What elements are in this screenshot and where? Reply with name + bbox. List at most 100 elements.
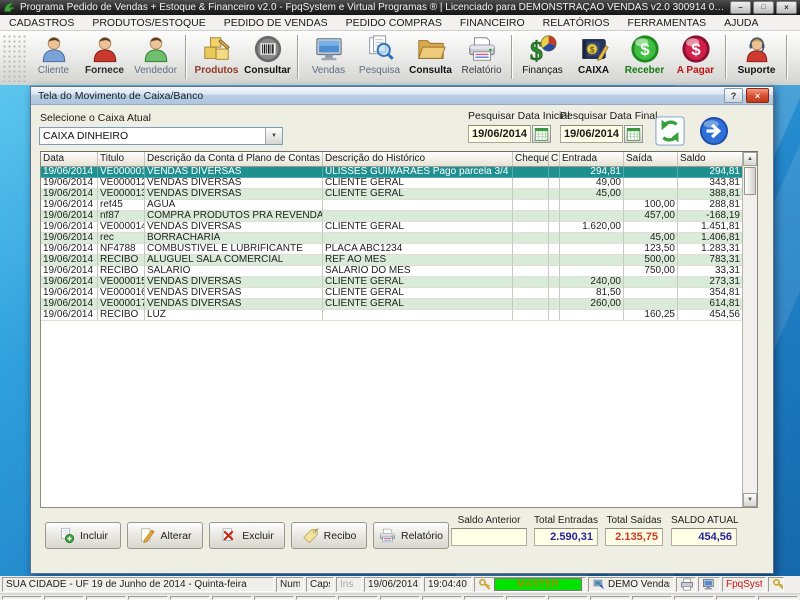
status-secondary-cell xyxy=(128,596,168,600)
scrollbar-thumb[interactable] xyxy=(744,167,756,195)
table-cell: 19/06/2014 xyxy=(41,211,98,222)
table-row[interactable]: 19/06/2014RECIBOLUZ160,25454,56 xyxy=(41,310,742,321)
toolbar-item-receber[interactable]: $Receber xyxy=(619,34,670,76)
excluir-button[interactable]: Excluir xyxy=(209,522,285,549)
maximize-button[interactable]: □ xyxy=(753,1,774,14)
chevron-down-icon[interactable]: ▼ xyxy=(265,128,282,144)
status-brand: FpqSystem xyxy=(722,577,766,592)
alterar-button[interactable]: Alterar xyxy=(127,522,203,549)
table-row[interactable]: 19/06/2014ref45AGUA100,00288,81 xyxy=(41,200,742,211)
table-cell xyxy=(549,255,560,266)
menu-item-cadastros[interactable]: CADASTROS xyxy=(0,15,83,30)
table-row[interactable]: 19/06/2014VE000001VENDAS DIVERSASULISSES… xyxy=(41,167,742,178)
table-row[interactable]: 19/06/2014VE000015VENDAS DIVERSASCLIENTE… xyxy=(41,277,742,288)
column-header-titulo[interactable]: Titulo xyxy=(98,152,145,166)
table-cell: 354,81 xyxy=(678,288,743,299)
table-cell: VE000013 xyxy=(98,189,145,200)
toolbar-item-fornece[interactable]: Fornece xyxy=(79,34,130,76)
saldo-anterior-label: Saldo Anterior xyxy=(451,515,527,528)
toolbar-item-vendedor[interactable]: Vendedor xyxy=(130,34,181,76)
relatorio-button[interactable]: Relatório xyxy=(373,522,449,549)
refresh-button[interactable] xyxy=(655,116,685,146)
menu-item-produtos-estoque[interactable]: PRODUTOS/ESTOQUE xyxy=(83,15,214,30)
toolbar-item-pesquisa[interactable]: Pesquisa xyxy=(354,34,405,76)
toolbar-item-financas[interactable]: $Finanças xyxy=(517,34,568,76)
column-header-entrada[interactable]: Entrada xyxy=(560,152,624,166)
date-start-input[interactable]: 19/06/2014 xyxy=(468,125,531,143)
table-row[interactable]: 19/06/2014RECIBOSALARIOSALARIO DO MES750… xyxy=(41,266,742,277)
toolbar-item-label: Pesquisa xyxy=(359,65,400,76)
menu-item-ajuda[interactable]: AJUDA xyxy=(715,15,767,30)
table-cell: 49,00 xyxy=(560,178,624,189)
toolbar-item-cliente[interactable]: Cliente xyxy=(28,34,79,76)
table-row[interactable]: 19/06/2014NF4788COMBUSTÍVEL E LUBRIFICAN… xyxy=(41,244,742,255)
table-row[interactable]: 19/06/2014VE000014VENDAS DIVERSASCLIENTE… xyxy=(41,222,742,233)
table-cell xyxy=(323,200,513,211)
table-row[interactable]: 19/06/2014VE000013VENDAS DIVERSASCLIENTE… xyxy=(41,189,742,200)
saldo-anterior-value xyxy=(451,528,527,546)
table-row[interactable]: 19/06/2014VE000017VENDAS DIVERSASCLIENTE… xyxy=(41,299,742,310)
toolbar-item-a-pagar[interactable]: $A Pagar xyxy=(670,34,721,76)
column-header-cheque[interactable]: Cheque xyxy=(513,152,549,166)
go-button[interactable] xyxy=(699,116,729,146)
table-cell xyxy=(549,299,560,310)
status-bar-secondary xyxy=(0,595,800,600)
window-close-button[interactable]: × xyxy=(746,88,769,103)
status-secondary-cell xyxy=(380,596,420,600)
table-row[interactable]: 19/06/2014VE000012VENDAS DIVERSASCLIENTE… xyxy=(41,178,742,189)
table-scrollbar[interactable]: ▲ ▼ xyxy=(742,152,757,507)
toolbar-item-caixa[interactable]: $CAIXA xyxy=(568,34,619,76)
menu-item-pedido-compras[interactable]: PEDIDO COMPRAS xyxy=(337,15,451,30)
table-row[interactable]: 19/06/2014recBORRACHARIA45,001.406,81 xyxy=(41,233,742,244)
toolbar-item-suporte[interactable]: Suporte xyxy=(731,34,782,76)
toolbar-item-produtos[interactable]: Produtos xyxy=(191,34,242,76)
column-header-saldo[interactable]: Saldo xyxy=(678,152,743,166)
date-end-input[interactable]: 19/06/2014 xyxy=(560,125,623,143)
toolbar-items: ClienteForneceVendedorProdutosConsultarV… xyxy=(28,31,800,85)
toolbar-separator xyxy=(786,35,788,79)
recibo-button[interactable]: Recibo xyxy=(291,522,367,549)
date-start-calendar-button[interactable] xyxy=(532,125,551,143)
table-cell: 454,56 xyxy=(678,310,743,321)
minimize-button[interactable]: – xyxy=(730,1,751,14)
toolbar-item-consultar[interactable]: Consultar xyxy=(242,34,293,76)
menu-item-relatorios[interactable]: RELATÓRIOS xyxy=(534,15,619,30)
window-title-bar[interactable]: Tela do Movimento de Caixa/Banco ? × xyxy=(31,87,773,105)
scroll-up-button[interactable]: ▲ xyxy=(743,152,757,166)
table-cell xyxy=(549,211,560,222)
window-help-button[interactable]: ? xyxy=(724,88,743,103)
person-green-icon xyxy=(141,34,171,64)
toolbar-item-relatorio[interactable]: Relatório xyxy=(456,34,507,76)
table-cell: 33,31 xyxy=(678,266,743,277)
incluir-button[interactable]: Incluir xyxy=(45,522,121,549)
table-row[interactable]: 19/06/2014nf87COMPRA PRODUTOS PRA REVEND… xyxy=(41,211,742,222)
column-header-descricao-do-historico[interactable]: Descrição do Histórico xyxy=(323,152,513,166)
table-cell: 783,31 xyxy=(678,255,743,266)
menu-item-ferramentas[interactable]: FERRAMENTAS xyxy=(619,15,716,30)
session-icon xyxy=(592,578,606,591)
toolbar-item-vendas[interactable]: Vendas xyxy=(303,34,354,76)
date-end-calendar-button[interactable] xyxy=(624,125,643,143)
caixa-select[interactable]: CAIXA DINHEIRO ▼ xyxy=(39,127,283,145)
person-blue-icon xyxy=(39,34,69,64)
caixa-select-label: Selecione o Caixa Atual xyxy=(40,112,151,124)
table-cell: 19/06/2014 xyxy=(41,178,98,189)
table-row[interactable]: 19/06/2014VE000016VENDAS DIVERSASCLIENTE… xyxy=(41,288,742,299)
toolbar-separator xyxy=(185,35,187,79)
table-cell: CLIENTE GERAL xyxy=(323,299,513,310)
saldo-atual-group: SALDO ATUAL 454,56 xyxy=(671,515,737,546)
caixa-select-value: CAIXA DINHEIRO xyxy=(40,130,265,142)
column-header-saida[interactable]: Saída xyxy=(624,152,678,166)
column-header-c[interactable]: C xyxy=(549,152,560,166)
menu-item-financeiro[interactable]: FINANCEIRO xyxy=(451,15,534,30)
table-row[interactable]: 19/06/2014RECIBOALUGUEL SALA COMERCIALRE… xyxy=(41,255,742,266)
toolbar-item-consulta[interactable]: Consulta xyxy=(405,34,456,76)
column-header-data[interactable]: Data xyxy=(41,152,98,166)
app-logo-icon xyxy=(3,1,16,14)
close-button[interactable]: × xyxy=(776,1,797,14)
menu-item-pedido-de-vendas[interactable]: PEDIDO DE VENDAS xyxy=(215,15,337,30)
column-header-descricao-da-conta-d-plano-de-contas[interactable]: Descrição da Conta d Plano de Contas xyxy=(145,152,323,166)
toolbar-item-coin[interactable]: $ xyxy=(792,34,800,64)
status-location: SUA CIDADE - UF 19 de Junho de 2014 - Qu… xyxy=(2,577,274,592)
scroll-down-button[interactable]: ▼ xyxy=(743,493,757,507)
